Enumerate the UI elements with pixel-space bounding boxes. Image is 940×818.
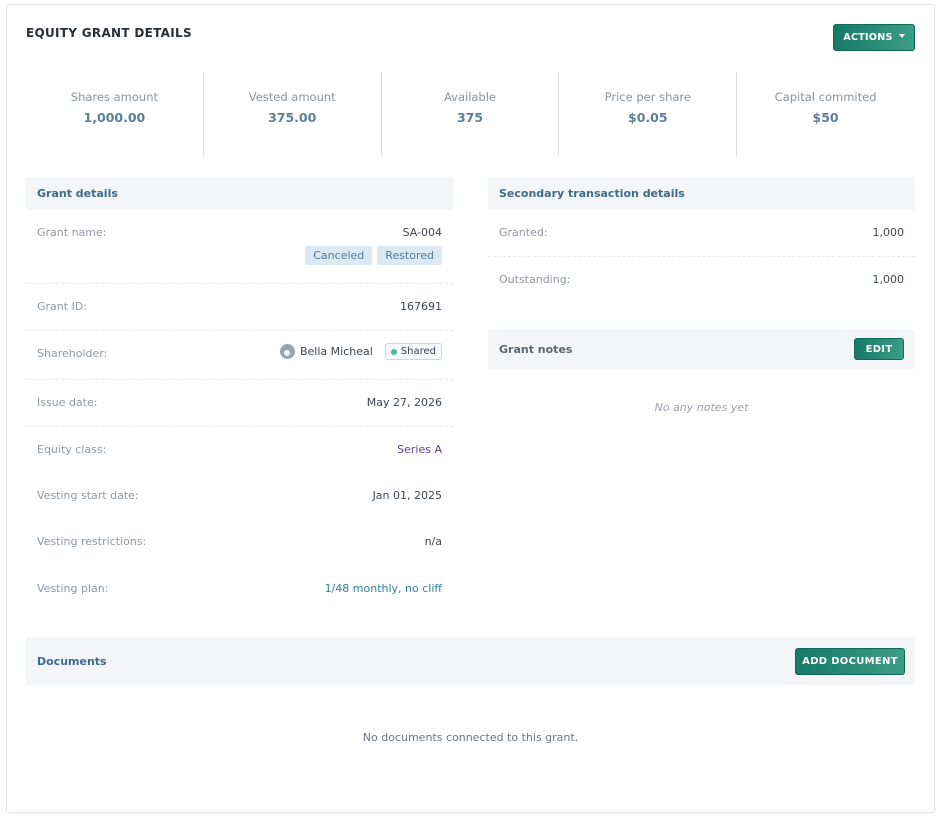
vesting-plan-row: Vesting plan: 1/48 monthly, no cliff — [26, 582, 453, 613]
stat-capital-commited: Capital commited $50 — [737, 72, 914, 156]
granted-label: Granted: — [499, 226, 548, 239]
granted-row: Granted: 1,000 — [488, 226, 915, 257]
grant-notes-header: Grant notes — [488, 330, 915, 369]
granted-value: 1,000 — [872, 226, 905, 239]
vesting-plan-label: Vesting plan: — [37, 582, 109, 595]
edit-notes-button[interactable]: EDIT — [854, 338, 904, 360]
status-badge-canceled: Canceled — [305, 246, 373, 265]
grant-id-row: Grant ID: 167691 — [26, 300, 453, 331]
grant-name-value-group: SA-004 Canceled Restored — [300, 226, 442, 265]
vesting-start-label: Vesting start date: — [37, 489, 139, 502]
stat-label: Capital commited — [774, 89, 877, 104]
shared-chip-label: Shared — [400, 346, 436, 357]
stat-label: Available — [443, 89, 497, 104]
documents-header: Documents — [26, 637, 915, 685]
grant-notes-title: Grant notes — [499, 343, 573, 356]
stat-value: 375 — [456, 109, 484, 125]
grant-status-badges: Canceled Restored — [300, 246, 442, 265]
shareholder-link[interactable]: Bella Micheal — [279, 344, 373, 359]
shareholder-name: Bella Micheal — [299, 345, 373, 358]
vesting-restrictions-value: n/a — [424, 535, 442, 548]
notes-empty-text: No any notes yet — [654, 401, 749, 414]
outstanding-row: Outstanding: 1,000 — [488, 273, 915, 304]
actions-label: ACTIONS — [843, 32, 893, 43]
stat-value: 375.00 — [268, 109, 317, 125]
documents-title: Documents — [37, 654, 107, 668]
status-dot-icon — [390, 348, 397, 355]
equity-class-row: Equity class: Series A — [26, 443, 453, 474]
stat-value: $50 — [812, 109, 839, 125]
actions-button[interactable]: ACTIONS — [833, 24, 915, 51]
grant-name-label: Grant name: — [37, 226, 107, 239]
issue-date-row: Issue date: May 27, 2026 — [26, 396, 453, 427]
equity-class-label: Equity class: — [37, 443, 107, 456]
equity-class-link[interactable]: Series A — [397, 443, 442, 456]
page-title: EQUITY GRANT DETAILS — [26, 26, 192, 40]
avatar — [279, 344, 295, 359]
outstanding-label: Outstanding: — [499, 273, 571, 286]
grant-details-title: Grant details — [37, 187, 118, 200]
stat-label: Vested amount — [248, 89, 336, 104]
issue-date-label: Issue date: — [37, 396, 98, 409]
grant-details-header: Grant details — [26, 177, 453, 210]
stat-available: Available 375 — [382, 72, 560, 156]
stat-price-per-share: Price per share $0.05 — [559, 72, 738, 156]
vesting-restrictions-row: Vesting restrictions: n/a — [26, 535, 453, 566]
shareholder-row: Shareholder: Bella Micheal Shared — [26, 343, 453, 380]
user-icon — [284, 350, 291, 356]
stat-value: 1,000.00 — [83, 109, 146, 125]
stat-value: $0.05 — [628, 109, 668, 125]
vesting-start-row: Vesting start date: Jan 01, 2025 — [26, 489, 453, 520]
stat-shares-amount: Shares amount 1,000.00 — [26, 72, 204, 156]
outstanding-value: 1,000 — [872, 273, 905, 286]
secondary-details-header: Secondary transaction details — [488, 177, 915, 210]
grant-id-label: Grant ID: — [37, 300, 87, 313]
shareholder-value-group: Bella Micheal Shared — [279, 343, 442, 360]
shareholder-label: Shareholder: — [37, 347, 108, 360]
stat-label: Price per share — [604, 89, 691, 104]
shared-chip: Shared — [384, 343, 442, 360]
grant-name-value: SA-004 — [402, 226, 442, 239]
caret-down-icon — [898, 34, 905, 38]
grant-name-row: Grant name: SA-004 Canceled Restored — [26, 226, 453, 284]
documents-empty-text: No documents connected to this grant. — [362, 731, 579, 744]
vesting-start-value: Jan 01, 2025 — [372, 489, 442, 502]
issue-date-value: May 27, 2026 — [366, 396, 442, 409]
secondary-details-title: Secondary transaction details — [499, 187, 685, 200]
status-badge-restored: Restored — [377, 246, 442, 265]
add-document-button[interactable]: ADD DOCUMENT — [795, 648, 905, 675]
vesting-plan-link[interactable]: 1/48 monthly, no cliff — [325, 582, 442, 595]
grant-id-value: 167691 — [400, 300, 442, 313]
stat-label: Shares amount — [70, 89, 158, 104]
vesting-restrictions-label: Vesting restrictions: — [37, 535, 147, 548]
stats-strip: Shares amount 1,000.00 Vested amount 375… — [26, 72, 914, 156]
stat-vested-amount: Vested amount 375.00 — [204, 72, 382, 156]
